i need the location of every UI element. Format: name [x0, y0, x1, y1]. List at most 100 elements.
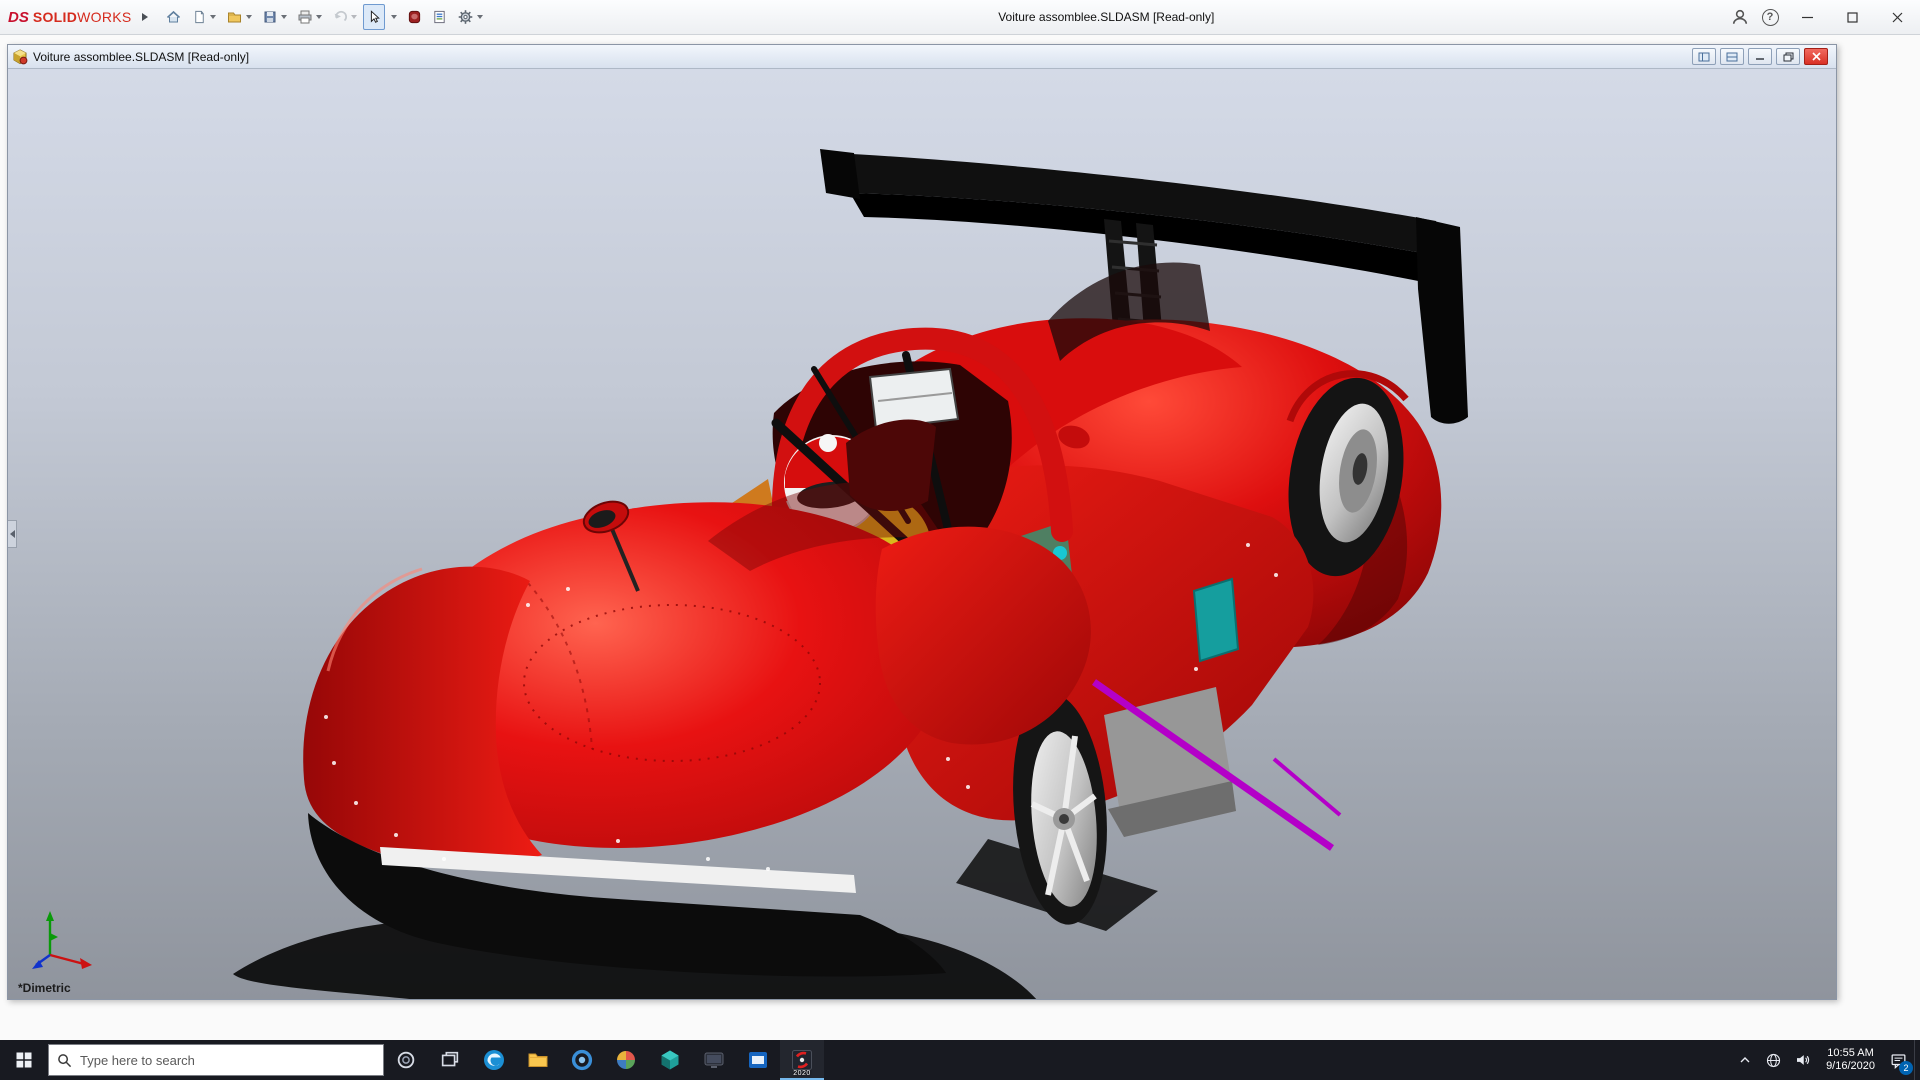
photos-icon — [617, 1051, 635, 1069]
maximize-button[interactable] — [1830, 0, 1875, 35]
start-button[interactable] — [0, 1040, 48, 1080]
print-button[interactable] — [293, 4, 326, 30]
dropdown-caret-icon[interactable] — [280, 15, 287, 19]
network-tray-button[interactable] — [1759, 1040, 1788, 1080]
undo-icon — [334, 10, 347, 22]
doc-previous-window-button[interactable] — [1692, 48, 1716, 65]
dropdown-caret-icon[interactable] — [390, 15, 397, 19]
close-icon — [1892, 12, 1903, 22]
monitor-icon — [704, 1052, 724, 1068]
doc-minimize-button[interactable] — [1748, 48, 1772, 65]
search-icon — [58, 1053, 72, 1067]
3d-viewer-button[interactable] — [648, 1040, 692, 1080]
search-input[interactable] — [80, 1052, 375, 1068]
task-view-icon — [441, 1051, 459, 1067]
account-button[interactable] — [1725, 4, 1755, 30]
document-title-bar[interactable]: Voiture assomblee.SLDASM [Read-only] — [8, 45, 1836, 69]
media-app-button[interactable] — [736, 1040, 780, 1080]
media-window-icon — [749, 1052, 767, 1068]
tray-expand-button[interactable] — [1731, 1040, 1759, 1080]
collapse-arrow-icon — [9, 530, 15, 538]
document-window: Voiture assomblee.SLDASM [Read-only] *Di… — [7, 44, 1837, 1000]
design-binder-icon — [433, 10, 445, 24]
window-title: Voiture assomblee.SLDASM [Read-only] — [998, 10, 1215, 24]
show-desktop-button[interactable] — [1914, 1040, 1920, 1080]
minimize-button[interactable] — [1785, 0, 1830, 35]
cortana-button[interactable] — [384, 1040, 428, 1080]
notification-badge: 2 — [1899, 1061, 1913, 1075]
save-button[interactable] — [258, 4, 291, 30]
orientation-triad[interactable] — [26, 903, 100, 975]
document-title: Voiture assomblee.SLDASM [Read-only] — [33, 49, 250, 64]
select-arrow-icon — [370, 10, 380, 23]
new-document-button[interactable] — [188, 4, 220, 30]
pane-splitter-handle[interactable] — [8, 520, 17, 548]
x-axis-arrow — [80, 958, 92, 969]
taskbar-clock[interactable]: 10:55 AM 9/16/2020 — [1818, 1040, 1883, 1080]
clock-time: 10:55 AM — [1827, 1047, 1874, 1059]
speaker-icon — [1797, 1055, 1810, 1065]
volume-tray-button[interactable] — [1788, 1040, 1818, 1080]
user-icon — [1732, 9, 1748, 24]
app-title-bar: DS SOLID WORKS Voiture assomblee.SLDASM … — [0, 0, 1920, 35]
brand-works: WORKS — [77, 8, 132, 25]
action-center-button[interactable]: 2 — [1883, 1040, 1914, 1080]
display-app-button[interactable] — [692, 1040, 736, 1080]
dropdown-caret-icon[interactable] — [209, 15, 216, 19]
doc-restore-button[interactable] — [1776, 48, 1800, 65]
window-split-icon — [1726, 52, 1738, 61]
car-3d-model — [233, 149, 1468, 999]
solidworks-app-button[interactable]: 2020 — [780, 1040, 824, 1080]
assembly-file-icon — [13, 48, 28, 64]
resources-icon — [408, 10, 420, 24]
edge-browser-button[interactable] — [472, 1040, 516, 1080]
open-button[interactable] — [222, 4, 256, 30]
open-folder-icon — [227, 12, 241, 23]
dropdown-caret-icon[interactable] — [476, 15, 483, 19]
select-tool-button[interactable] — [362, 4, 385, 30]
windows-taskbar: 2020 10:55 AM 9/16/2020 2 — [0, 1040, 1920, 1080]
options-button[interactable] — [453, 4, 487, 30]
taskbar-search-box[interactable] — [48, 1044, 384, 1076]
dropdown-caret-icon[interactable] — [315, 15, 322, 19]
doc-close-button[interactable] — [1804, 48, 1828, 65]
viewport-canvas[interactable]: *Dimetric — [8, 69, 1836, 999]
solidworks-year-label: 2020 — [793, 1070, 811, 1077]
solidworks-logo[interactable]: DS SOLID WORKS — [8, 9, 132, 26]
menu-expand-arrow-icon[interactable] — [138, 6, 152, 28]
minimize-icon — [1802, 16, 1813, 18]
dassault-systemes-icon: DS — [8, 8, 29, 26]
solidworks-app-icon — [792, 1050, 812, 1070]
dropdown-caret-icon[interactable] — [245, 15, 252, 19]
teal-side-window — [1192, 577, 1240, 663]
browser-ring-icon — [571, 1049, 593, 1071]
browser-ring-button[interactable] — [560, 1040, 604, 1080]
document-window-controls — [1692, 48, 1832, 65]
print-icon — [298, 10, 312, 24]
close-button[interactable] — [1875, 0, 1920, 35]
select-tool-flyout[interactable] — [387, 4, 401, 30]
doc-next-window-button[interactable] — [1720, 48, 1744, 65]
view-orientation-label: *Dimetric — [18, 981, 71, 995]
restore-icon — [1783, 52, 1793, 61]
y-axis-arrow — [46, 911, 54, 921]
brand-solid: SOLID — [32, 8, 78, 25]
folder-icon — [528, 1053, 548, 1067]
resources-button[interactable] — [403, 4, 426, 30]
file-explorer-button[interactable] — [516, 1040, 560, 1080]
dropdown-caret-icon[interactable] — [350, 15, 357, 19]
new-document-icon — [194, 10, 204, 24]
help-button[interactable]: ? — [1755, 4, 1785, 30]
task-view-button[interactable] — [428, 1040, 472, 1080]
photos-app-button[interactable] — [604, 1040, 648, 1080]
3d-cube-icon — [661, 1050, 679, 1070]
home-button[interactable] — [161, 4, 186, 30]
gear-icon — [458, 10, 472, 24]
maximize-icon — [1847, 11, 1858, 23]
save-icon — [264, 11, 276, 23]
network-globe-icon — [1766, 1053, 1781, 1067]
undo-button[interactable] — [328, 4, 361, 30]
clock-date: 9/16/2020 — [1826, 1060, 1875, 1072]
design-binder-button[interactable] — [428, 4, 451, 30]
edge-icon — [484, 1050, 504, 1070]
